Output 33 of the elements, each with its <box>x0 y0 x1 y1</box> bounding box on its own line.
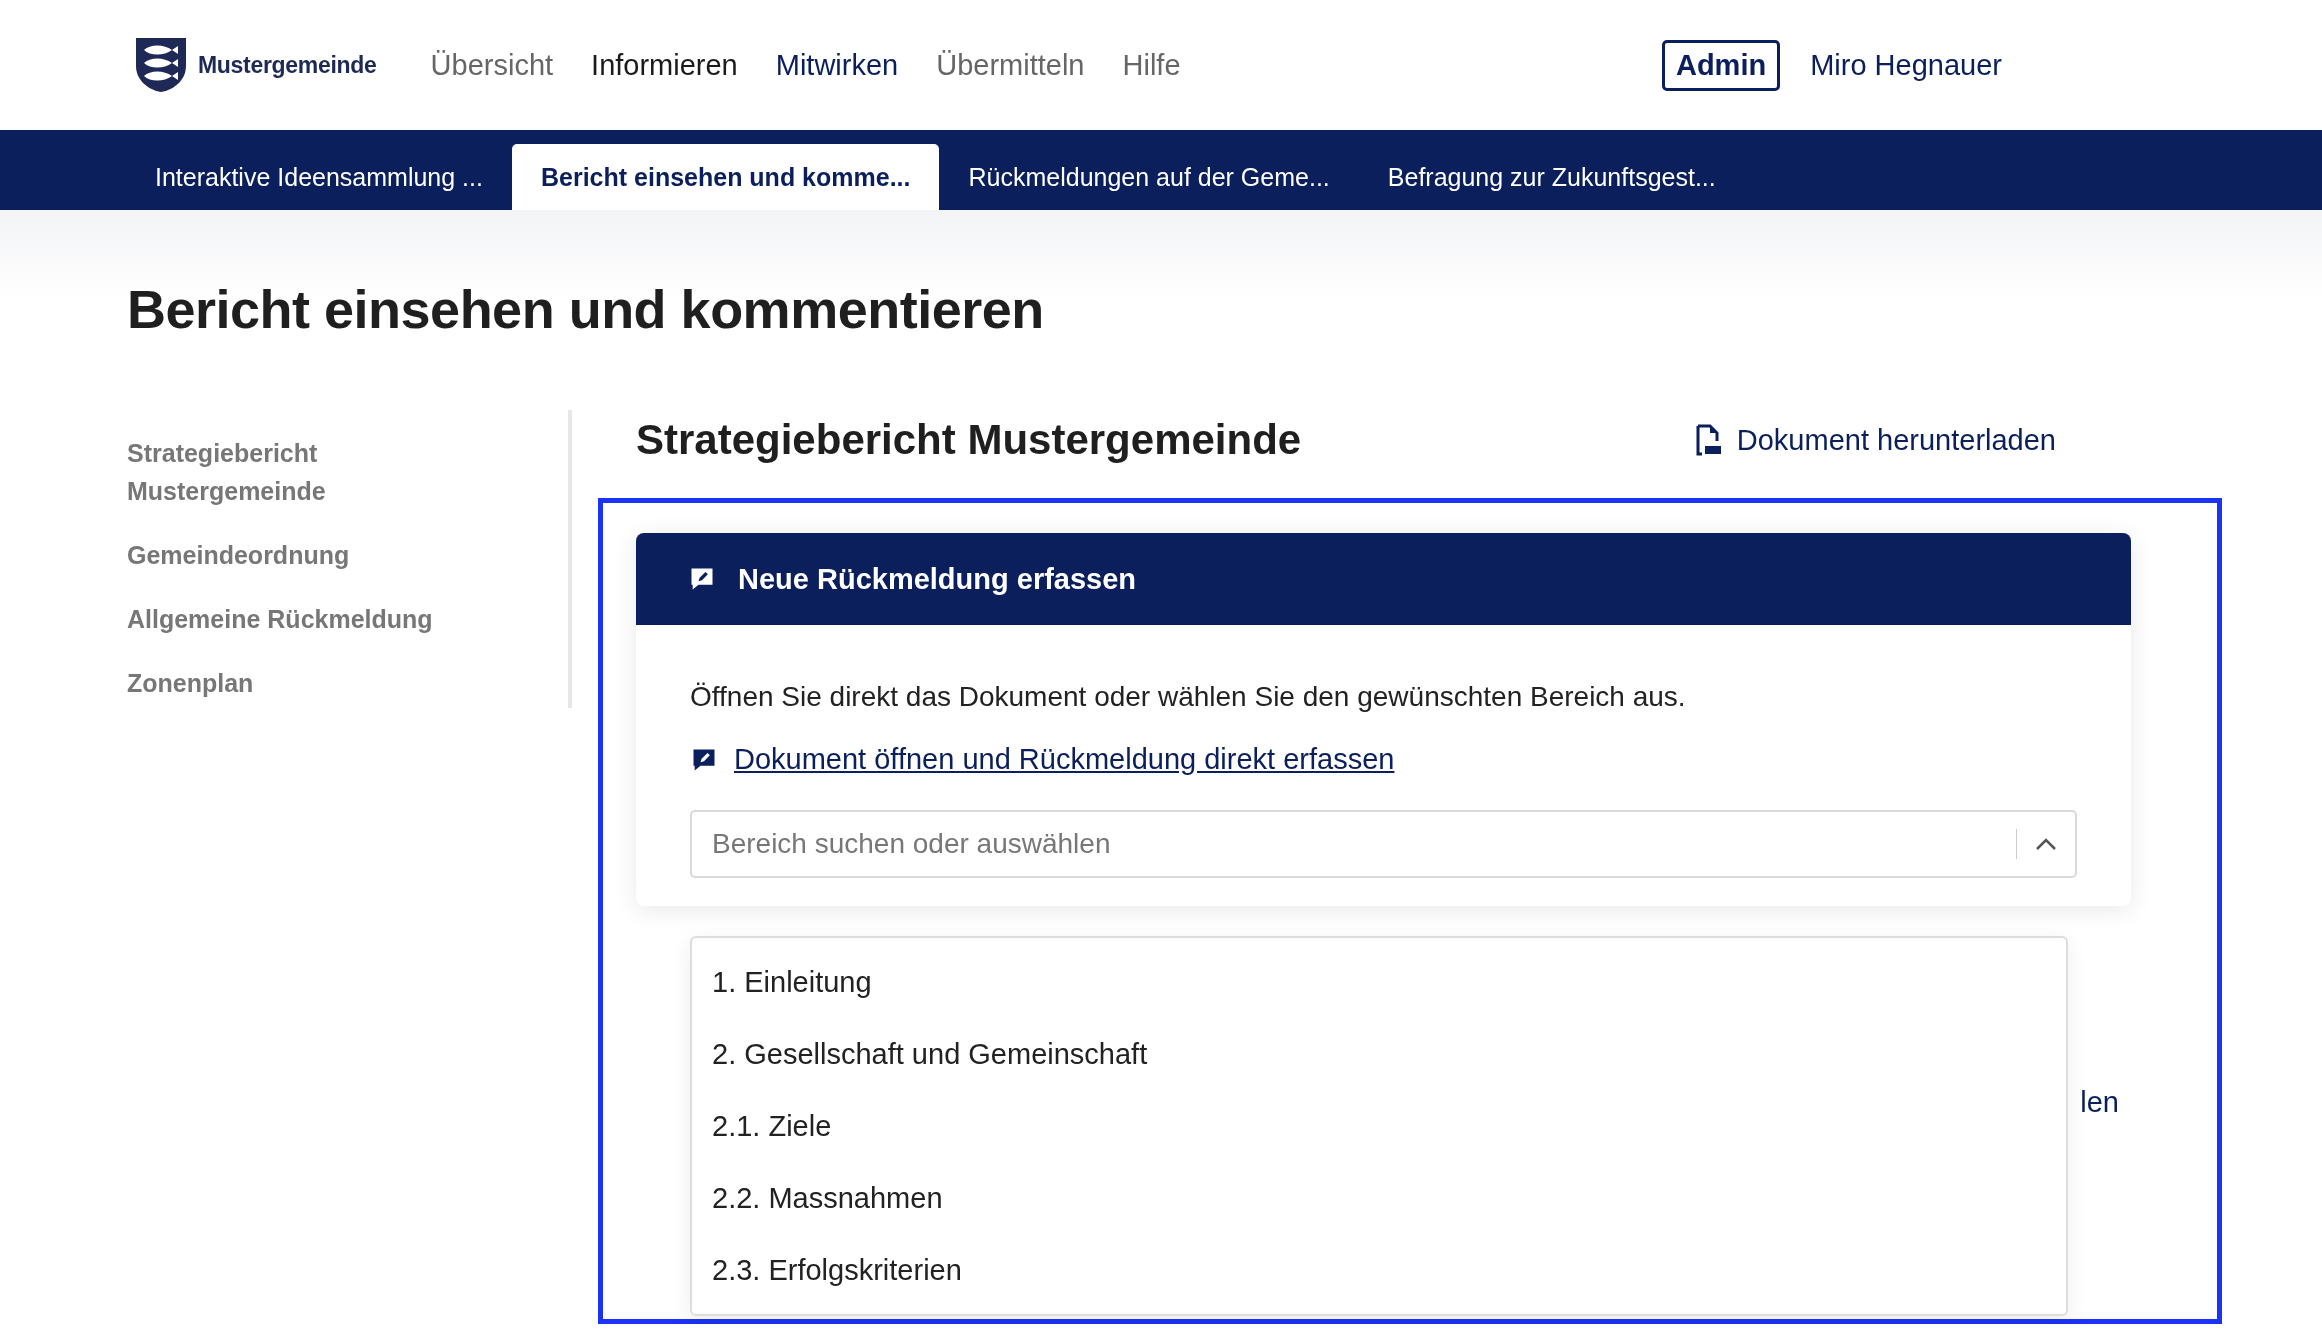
user-name-link[interactable]: Miro Hegnauer <box>1810 48 2002 82</box>
download-link[interactable]: Dokument herunterladen <box>1694 423 2056 457</box>
nav-link[interactable]: Mitwirken <box>775 48 899 82</box>
intro-text: Öffnen Sie direkt das Dokument oder wählen Sie den gewünschten Bereich aus. <box>690 681 1687 713</box>
logo-text[interactable]: Mustergemeinde <box>198 51 377 79</box>
nav-link[interactable]: Übermitteln <box>936 48 1085 82</box>
tab[interactable]: Befragung zur Zukunftsgest... <box>1358 144 1745 210</box>
dropdown-option[interactable]: 2. Gesellschaft und Gemeinschaft <box>692 1018 2066 1090</box>
link-fragment[interactable]: len <box>2080 1086 2119 1119</box>
document-title: Strategiebericht Mustergemeinde <box>636 416 1302 464</box>
pdf-file-icon <box>1694 424 1723 456</box>
shield-logo-icon <box>134 36 188 94</box>
nav-link[interactable]: Hilfe <box>1122 48 1181 82</box>
card-title: Neue Rückmeldung erfassen <box>738 562 1137 596</box>
dropdown-option[interactable]: 2.3. Erfolgskriterien <box>692 1234 2066 1306</box>
sidebar-item[interactable]: Gemeindeordnung <box>127 536 457 574</box>
nav-link[interactable]: Informieren <box>591 48 738 82</box>
sidebar-item[interactable]: Allgemeine Rückmeldung <box>127 600 457 638</box>
area-search-input[interactable]: Bereich suchen oder auswählen <box>710 827 2016 861</box>
open-document-link[interactable]: Dokument öffnen und Rückmeldung direkt erfassen <box>690 743 1395 776</box>
sidebar-item[interactable]: Strategiebericht Mustergemeinde <box>127 434 457 510</box>
nav-link[interactable]: Übersicht <box>430 48 554 82</box>
area-select[interactable]: Bereich suchen oder auswählen <box>690 810 2077 878</box>
page-title: Bericht einsehen und kommentieren <box>127 278 1045 340</box>
chevron-up-icon[interactable] <box>2035 837 2057 851</box>
dropdown-option[interactable]: 2.1. Ziele <box>692 1090 2066 1162</box>
tab[interactable]: Bericht einsehen und komme... <box>511 144 940 210</box>
dropdown-option[interactable]: 2.2. Massnahmen <box>692 1162 2066 1234</box>
admin-button[interactable]: Admin <box>1661 39 1781 91</box>
tab[interactable]: Rückmeldungen auf der Geme... <box>939 144 1359 210</box>
dropdown-option[interactable]: 1. Einleitung <box>692 946 2066 1018</box>
tab[interactable]: Interaktive Ideensammlung ... <box>126 144 512 210</box>
sidebar-item[interactable]: Zonenplan <box>127 664 457 702</box>
